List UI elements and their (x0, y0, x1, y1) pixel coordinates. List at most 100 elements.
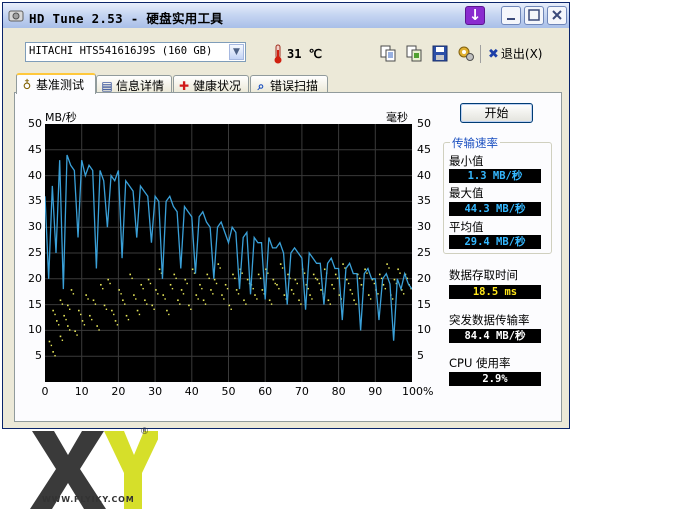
access-time-point (323, 268, 326, 271)
y-tick-right: 25 (417, 246, 431, 259)
access-time-point (48, 340, 51, 343)
access-time-point (399, 272, 401, 274)
download-arrow-icon[interactable]: ↓ (465, 6, 485, 25)
access-time-point (135, 298, 137, 300)
save-icon[interactable] (431, 45, 449, 62)
access-time-point (125, 314, 128, 317)
y-tick-left: 50 (28, 117, 42, 130)
access-time-point (54, 313, 56, 316)
exit-label: 退出(X) (500, 47, 543, 61)
access-time-point (221, 294, 223, 296)
access-time-point (316, 278, 319, 281)
access-time-point (351, 293, 354, 295)
drive-select-value: HITACHI HTS541616J9S (160 GB) (29, 45, 213, 57)
access-time-point (133, 294, 135, 296)
y-tick-right: 10 (417, 323, 431, 337)
tab-benchmark[interactable]: ♁ 基准测试 (16, 73, 96, 94)
access-time-point (70, 289, 73, 291)
y-tick-left: 5 (35, 349, 42, 363)
tab-error-scan[interactable]: ⌕ 错误扫描 (250, 75, 328, 93)
y-tick-right: 35 (417, 194, 431, 208)
access-time-point (349, 289, 352, 291)
exit-icon: ✖ (488, 47, 499, 62)
copy-screenshot-icon[interactable] (405, 45, 423, 62)
access-time-point (393, 278, 396, 281)
access-time-point (276, 283, 278, 286)
x-tick: 0 (41, 385, 49, 398)
access-time-value: 18.5 ms (449, 285, 541, 299)
access-time-point (124, 303, 126, 305)
y-tick-left: 30 (28, 220, 42, 234)
access-time-point (268, 299, 271, 302)
access-time-point (226, 287, 229, 290)
access-time-point (114, 320, 117, 322)
access-time-point (270, 303, 273, 305)
access-time-point (353, 299, 355, 302)
access-time-point (127, 318, 130, 321)
access-time-point (146, 303, 148, 305)
logo-url: WWW.FLYIKY.COM (42, 495, 135, 504)
chevron-down-icon[interactable]: ▼ (229, 44, 244, 60)
access-time-point (256, 298, 258, 300)
access-time-point (208, 277, 210, 280)
access-time-point (237, 293, 240, 295)
access-time-point (274, 282, 276, 285)
access-time-point (358, 277, 361, 280)
access-time-point (136, 309, 139, 312)
tab-info[interactable]: ▤ 信息详情 (96, 75, 172, 93)
access-time-point (312, 273, 315, 276)
access-time-label: 数据存取时间 (449, 268, 518, 282)
access-time-point (212, 293, 214, 295)
access-time-point (179, 303, 181, 305)
transfer-rate-chart (45, 124, 412, 382)
access-time-point (151, 304, 154, 307)
access-time-point (59, 299, 62, 302)
close-button[interactable] (547, 6, 567, 25)
start-button[interactable]: 开始 (460, 103, 533, 123)
access-time-point (69, 329, 71, 331)
title-bar[interactable]: HD Tune 2.53 - 硬盘实用工具 ↓ (3, 3, 569, 28)
left-axis-unit: MB/秒 (45, 111, 77, 124)
minimize-icon (507, 18, 515, 20)
access-time-point (327, 299, 330, 302)
access-time-point (202, 299, 205, 302)
access-time-point (83, 324, 86, 326)
access-time-point (235, 289, 238, 291)
maximize-button[interactable] (524, 6, 544, 25)
options-icon[interactable] (457, 45, 475, 62)
access-time-point (177, 299, 179, 302)
access-time-point (292, 293, 295, 295)
access-time-point (259, 277, 262, 280)
y-tick-right: 20 (417, 271, 431, 285)
y-tick-right: 30 (417, 220, 431, 234)
access-time-point (254, 294, 256, 296)
access-time-point (52, 309, 54, 312)
x-tick: 100% (402, 385, 434, 398)
access-time-point (186, 282, 188, 285)
access-time-point (129, 273, 132, 276)
access-time-point (278, 287, 280, 290)
access-time-point (377, 293, 379, 295)
cpu-usage-label: CPU 使用率 (449, 356, 511, 370)
burst-rate-value: 84.4 MB/秒 (449, 329, 541, 343)
burst-rate-label: 突发数据传输率 (449, 313, 530, 327)
y-tick-right: 50 (417, 117, 431, 130)
y-tick-left: 10 (28, 323, 42, 337)
access-time-point (345, 278, 348, 281)
window-title: HD Tune 2.53 - 硬盘实用工具 (29, 11, 224, 26)
tab-health[interactable]: ✚ 健康状况 (173, 75, 249, 93)
access-time-point (144, 299, 146, 302)
x-tick: 50 (221, 385, 236, 398)
info-icon: ▤ (101, 79, 113, 93)
access-time-point (261, 289, 264, 291)
minimize-button[interactable] (501, 6, 521, 25)
access-time-point (67, 325, 69, 327)
access-time-point (54, 355, 56, 357)
drive-select[interactable]: HITACHI HTS541616J9S (160 GB) ▼ (25, 42, 246, 62)
copy-text-icon[interactable] (379, 45, 397, 62)
access-time-point (50, 344, 53, 347)
access-time-point (206, 273, 209, 276)
access-time-point (397, 268, 399, 271)
exit-button[interactable]: ✖ 退出(X) (488, 45, 543, 63)
access-time-point (347, 282, 350, 285)
